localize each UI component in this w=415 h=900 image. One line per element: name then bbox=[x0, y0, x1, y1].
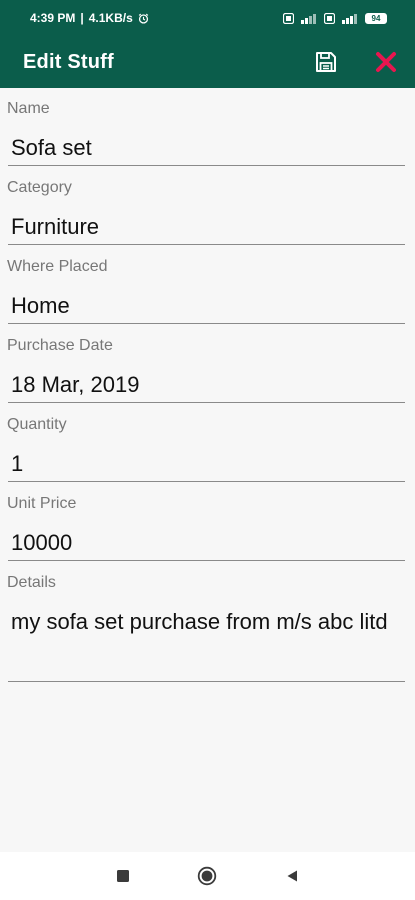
recents-button[interactable] bbox=[113, 866, 133, 886]
battery-icon: 94 bbox=[365, 12, 387, 24]
edit-form: Name Sofa set Category Furniture Where P… bbox=[0, 88, 415, 682]
alarm-icon bbox=[138, 13, 149, 24]
where-placed-label: Where Placed bbox=[7, 258, 108, 275]
volte-icon bbox=[283, 12, 294, 24]
name-underline bbox=[8, 165, 405, 166]
category-underline bbox=[8, 244, 405, 245]
purchase-date-field[interactable]: Purchase Date 18 Mar, 2019 bbox=[0, 325, 415, 404]
status-time: 4:39 PM bbox=[30, 11, 76, 25]
app-bar: Edit Stuff bbox=[0, 36, 415, 88]
system-nav-bar bbox=[0, 852, 415, 900]
circle-icon bbox=[197, 866, 217, 886]
status-separator: | bbox=[80, 11, 84, 25]
category-label: Category bbox=[7, 179, 72, 196]
close-button[interactable] bbox=[372, 48, 400, 76]
status-right: 94 bbox=[283, 12, 387, 24]
unit-price-underline bbox=[8, 560, 405, 561]
signal-2-icon bbox=[341, 13, 359, 24]
unit-price-label: Unit Price bbox=[7, 495, 77, 512]
back-button[interactable] bbox=[282, 866, 302, 886]
category-field[interactable]: Category Furniture bbox=[0, 167, 415, 246]
where-placed-underline bbox=[8, 323, 405, 324]
page-title: Edit Stuff bbox=[23, 50, 114, 73]
triangle-back-icon bbox=[287, 870, 297, 882]
close-icon bbox=[376, 52, 396, 72]
name-field[interactable]: Name Sofa set bbox=[0, 88, 415, 167]
purchase-date-label: Purchase Date bbox=[7, 337, 113, 354]
quantity-label: Quantity bbox=[7, 416, 67, 433]
signal-1-icon bbox=[300, 13, 318, 24]
quantity-field[interactable]: Quantity 1 bbox=[0, 404, 415, 483]
category-input[interactable]: Furniture bbox=[11, 213, 401, 241]
unit-price-input[interactable]: 10000 bbox=[11, 529, 401, 557]
details-label: Details bbox=[7, 574, 56, 591]
quantity-underline bbox=[8, 481, 405, 482]
status-net-speed: 4.1KB/s bbox=[88, 11, 133, 25]
name-input[interactable]: Sofa set bbox=[11, 134, 401, 162]
where-placed-field[interactable]: Where Placed Home bbox=[0, 246, 415, 325]
name-label: Name bbox=[7, 100, 50, 117]
save-icon bbox=[316, 52, 336, 72]
home-button[interactable] bbox=[197, 866, 217, 886]
purchase-date-input[interactable]: 18 Mar, 2019 bbox=[11, 371, 401, 399]
save-button[interactable] bbox=[312, 48, 340, 76]
status-left: 4:39 PM | 4.1KB/s bbox=[30, 11, 149, 25]
square-icon bbox=[117, 870, 129, 882]
status-bar: 4:39 PM | 4.1KB/s 94 bbox=[0, 0, 415, 36]
details-input[interactable]: my sofa set purchase from m/s abc litd bbox=[11, 608, 401, 636]
details-underline bbox=[8, 681, 405, 682]
volte-2-icon bbox=[324, 12, 335, 24]
purchase-date-underline bbox=[8, 402, 405, 403]
where-placed-input[interactable]: Home bbox=[11, 292, 401, 320]
unit-price-field[interactable]: Unit Price 10000 bbox=[0, 483, 415, 562]
details-field[interactable]: Details my sofa set purchase from m/s ab… bbox=[0, 562, 415, 682]
quantity-input[interactable]: 1 bbox=[11, 450, 401, 478]
battery-level: 94 bbox=[371, 13, 381, 23]
